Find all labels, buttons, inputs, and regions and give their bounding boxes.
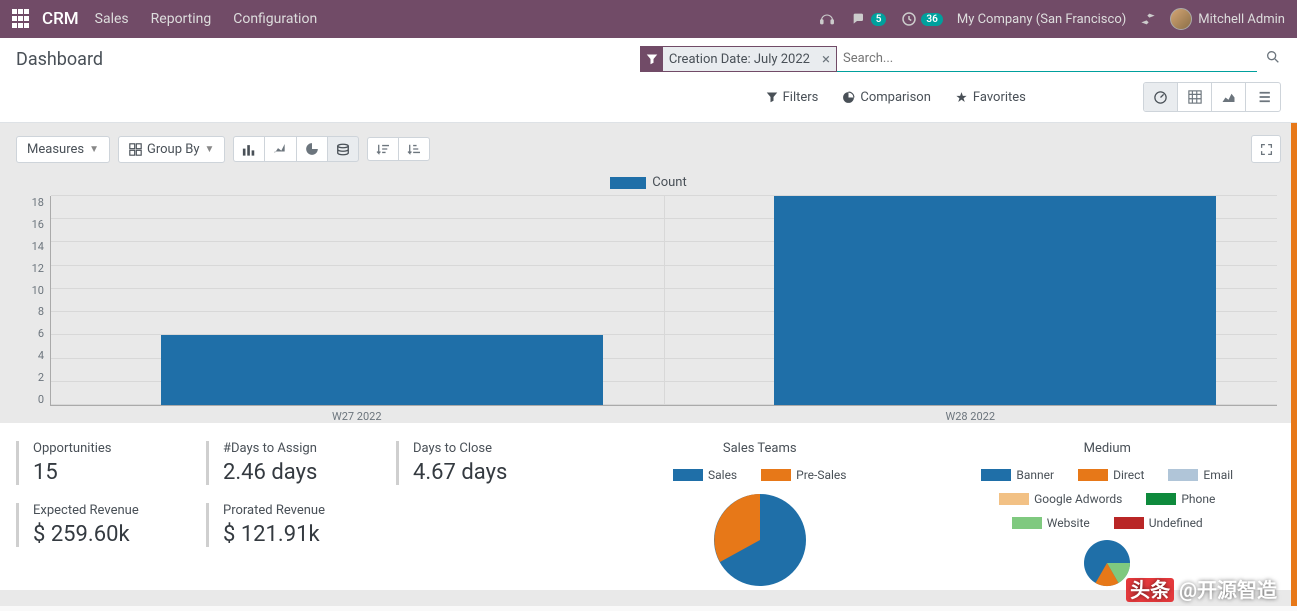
legend-item[interactable]: Pre-Sales: [761, 468, 846, 482]
graph-view-icon[interactable]: [1212, 83, 1246, 111]
legend-item[interactable]: Sales: [673, 468, 737, 482]
bar[interactable]: [161, 335, 602, 405]
y-axis: 181614121086420: [20, 196, 50, 406]
measures-button[interactable]: Measures▼: [16, 136, 110, 163]
bar-chart-icon[interactable]: [233, 136, 264, 162]
apps-icon[interactable]: [12, 9, 32, 29]
legend-item[interactable]: Email: [1168, 468, 1233, 482]
top-navbar: CRM Sales Reporting Configuration 5 36 M…: [0, 0, 1297, 38]
pie-sales-teams: Sales Teams SalesPre-Sales: [586, 441, 934, 590]
groupby-button[interactable]: Group By▼: [118, 136, 225, 163]
facet-remove[interactable]: ×: [816, 50, 836, 68]
stacked-icon[interactable]: [327, 136, 359, 162]
legend-label: Count: [652, 175, 686, 190]
nav-sales[interactable]: Sales: [95, 11, 129, 27]
pivot-view-icon[interactable]: [1178, 83, 1212, 111]
kpi-opportunities[interactable]: Opportunities 15: [16, 441, 186, 485]
user-menu[interactable]: Mitchell Admin: [1170, 8, 1285, 30]
dashboard-body: Measures▼ Group By▼ Count 18161412108642…: [0, 123, 1297, 606]
legend-item[interactable]: Website: [1012, 516, 1090, 530]
sort-desc-icon[interactable]: [367, 137, 398, 161]
facet-label: Creation Date: July 2022: [663, 52, 816, 67]
line-chart-icon[interactable]: [264, 136, 296, 162]
bars: [51, 196, 1277, 405]
pie-teams-chart: [690, 490, 830, 590]
nav-reporting[interactable]: Reporting: [151, 11, 212, 27]
debug-icon[interactable]: [1140, 11, 1156, 27]
legend-item[interactable]: Direct: [1078, 468, 1144, 482]
legend-item[interactable]: Phone: [1146, 492, 1215, 506]
plot-area: [50, 196, 1277, 406]
pie-chart-icon[interactable]: [296, 136, 327, 162]
view-switcher: [1143, 82, 1281, 112]
company-selector[interactable]: My Company (San Francisco): [957, 12, 1126, 27]
list-view-icon[interactable]: [1246, 83, 1280, 111]
legend-item[interactable]: Undefined: [1114, 516, 1203, 530]
bar[interactable]: [774, 196, 1215, 405]
app-brand[interactable]: CRM: [42, 9, 79, 29]
kpi-expected-revenue[interactable]: Expected Revenue $ 259.60k: [16, 503, 186, 547]
x-axis: W27 2022W28 2022: [50, 406, 1277, 423]
chart-toolbar: Measures▼ Group By▼: [0, 123, 1297, 175]
legend-swatch: [610, 177, 646, 189]
pie-medium: Medium BannerDirectEmailGoogle AdwordsPh…: [934, 441, 1282, 590]
filters-button[interactable]: Filters: [766, 90, 819, 105]
voip-icon[interactable]: [818, 11, 836, 27]
control-panel: Dashboard Creation Date: July 2022 × Fil…: [0, 38, 1297, 123]
filter-icon: [641, 47, 663, 71]
sort-asc-icon[interactable]: [398, 137, 430, 161]
nav-configuration[interactable]: Configuration: [233, 11, 317, 27]
kpi-days-assign[interactable]: #Days to Assign 2.46 days: [206, 441, 376, 485]
chart-type-group: [233, 136, 359, 162]
legend-item[interactable]: Banner: [981, 468, 1054, 482]
kpi-days-close[interactable]: Days to Close 4.67 days: [396, 441, 566, 485]
activities-icon[interactable]: 36: [900, 10, 942, 28]
kpi-prorated-revenue[interactable]: Prorated Revenue $ 121.91k: [206, 503, 376, 547]
legend-item[interactable]: Google Adwords: [999, 492, 1122, 506]
sort-group: [367, 137, 430, 161]
user-name: Mitchell Admin: [1198, 12, 1285, 27]
kpi-row: Opportunities 15 Expected Revenue $ 259.…: [0, 423, 1297, 590]
main-chart: Count 181614121086420 W27 2022W28 2022: [0, 175, 1297, 423]
search-icon[interactable]: [1265, 49, 1281, 69]
messaging-icon[interactable]: 5: [850, 11, 887, 27]
activities-badge: 36: [921, 13, 942, 26]
watermark: 头条 头条 @开源智造@开源智造: [1126, 574, 1277, 603]
search-input[interactable]: [837, 46, 1257, 72]
search-facet: Creation Date: July 2022 ×: [640, 46, 837, 72]
page-title: Dashboard: [16, 49, 103, 70]
favorites-button[interactable]: Favorites: [955, 90, 1026, 105]
user-avatar: [1170, 8, 1192, 30]
dashboard-view-icon[interactable]: [1144, 83, 1178, 111]
comparison-button[interactable]: Comparison: [842, 90, 931, 105]
messaging-badge: 5: [871, 13, 887, 26]
expand-icon[interactable]: [1251, 135, 1281, 163]
